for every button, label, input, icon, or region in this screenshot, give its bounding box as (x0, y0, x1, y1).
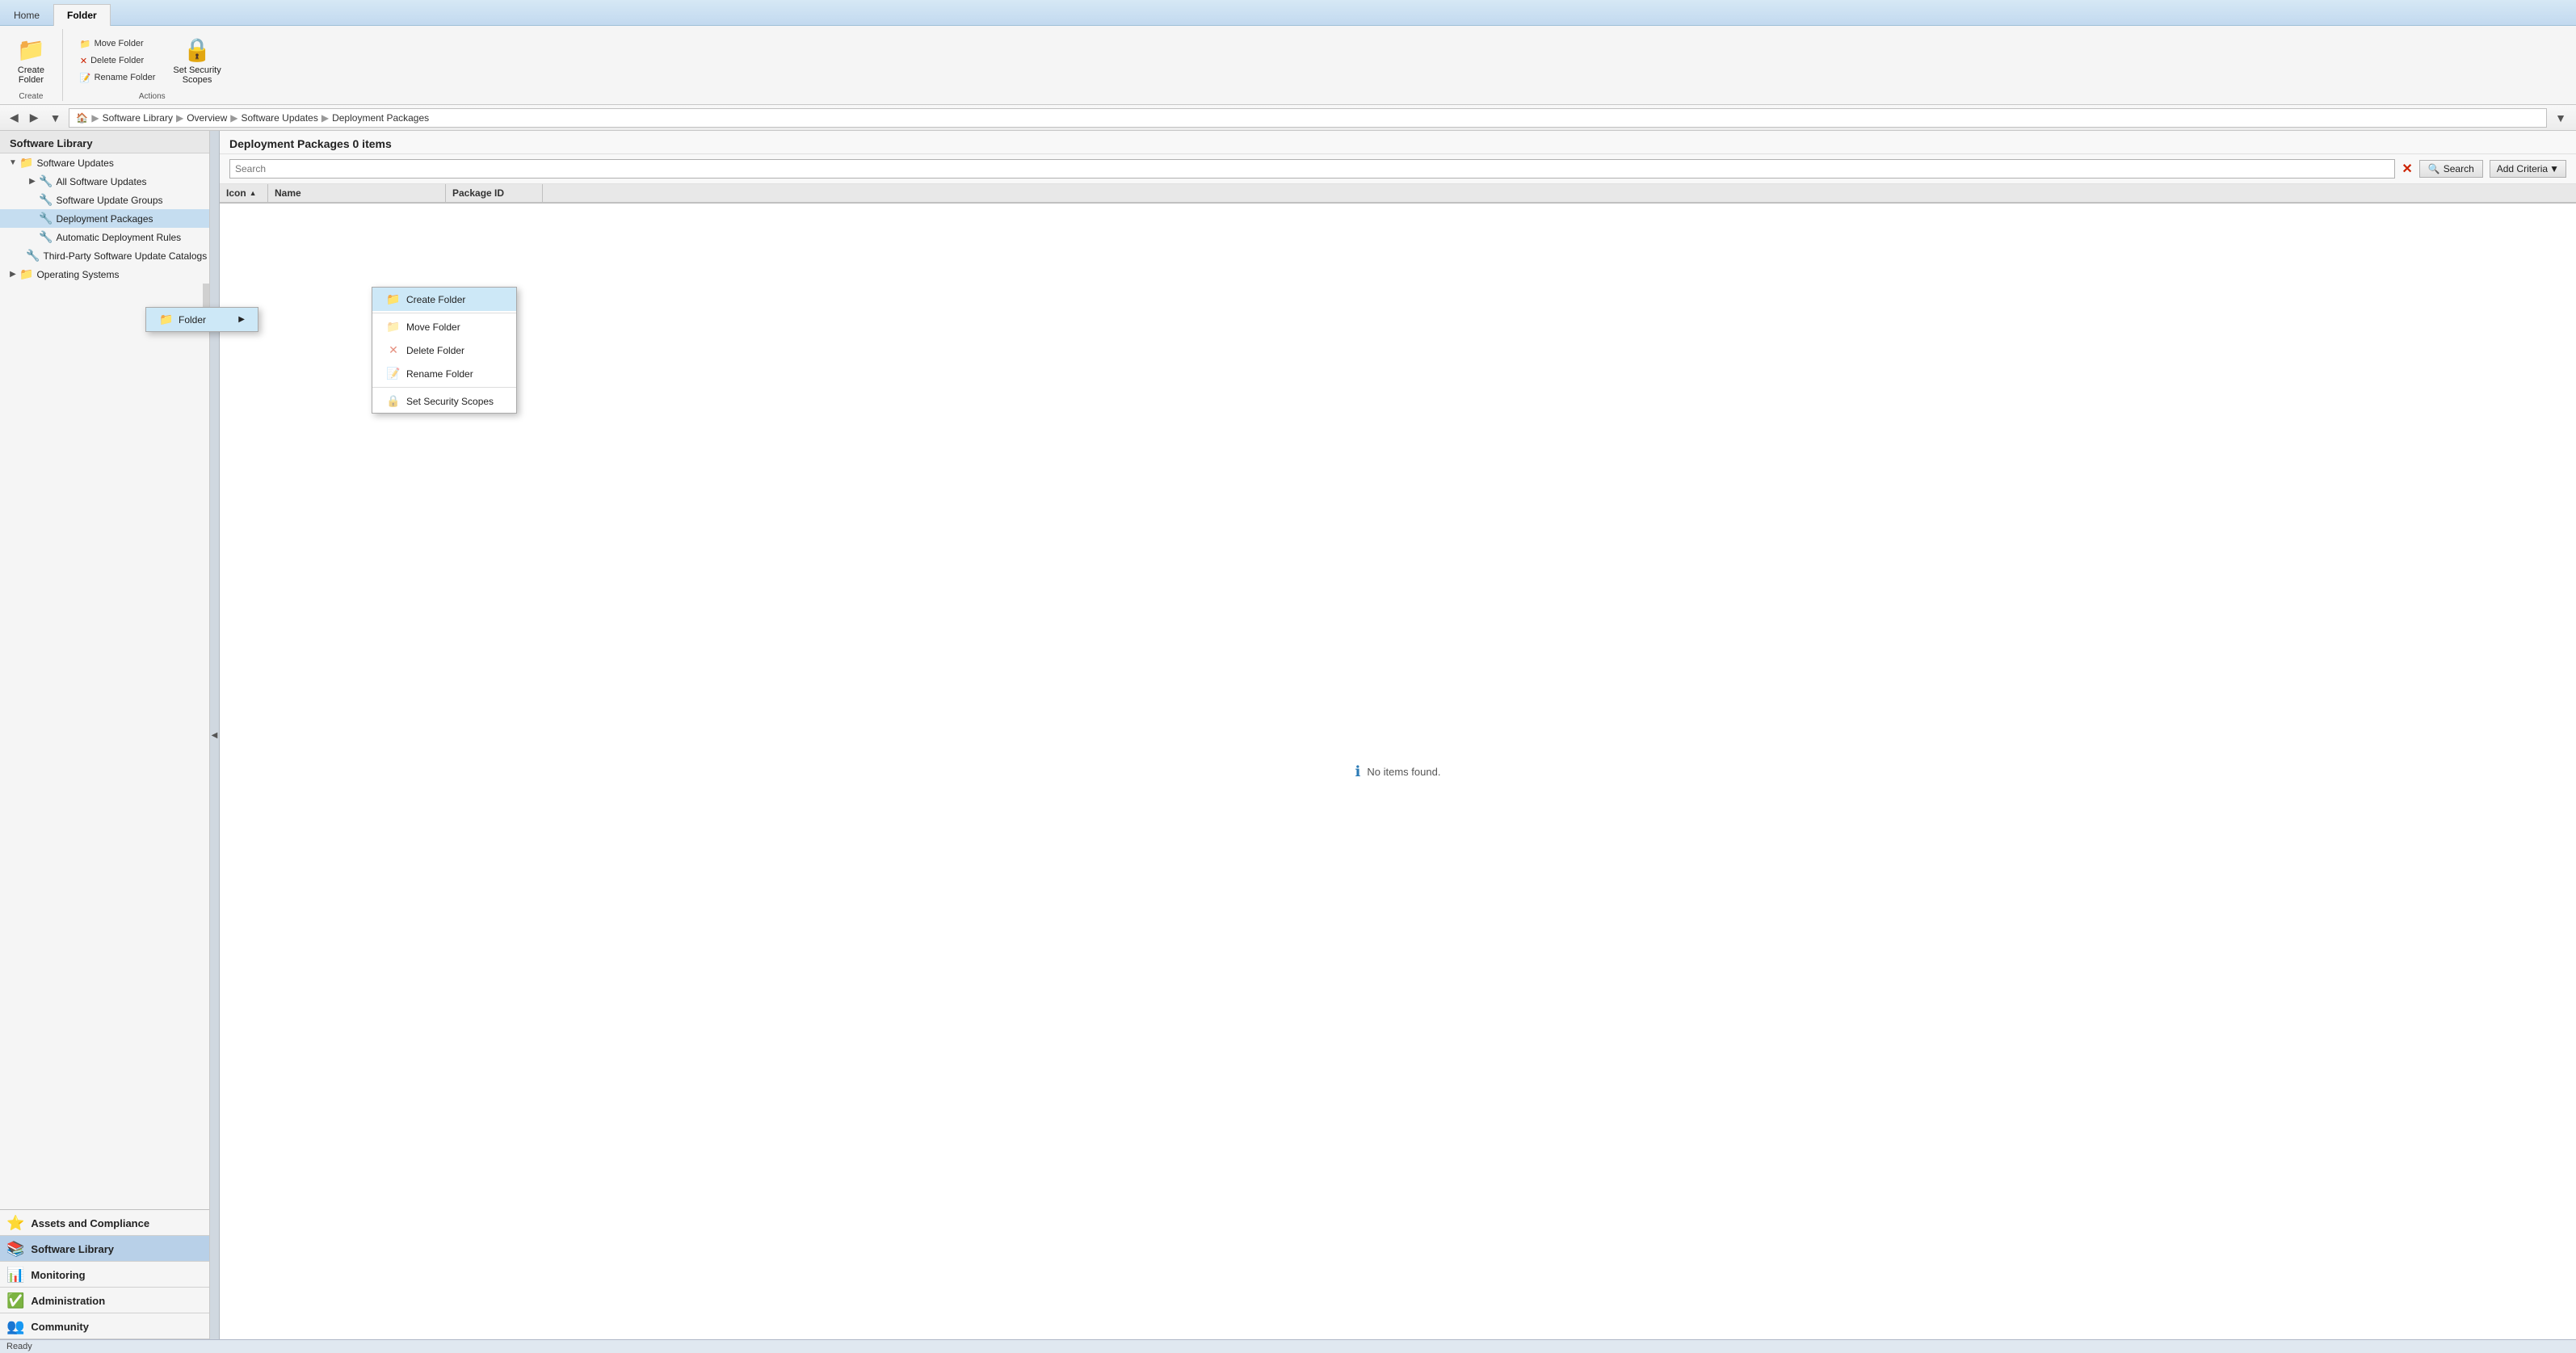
set-security-sm-icon: 🔒 (385, 394, 401, 408)
move-folder-sm-icon: 📁 (385, 320, 401, 334)
submenu-rename-folder[interactable]: 📝 Rename Folder (372, 362, 516, 385)
submenu-delete-folder-label: Delete Folder (406, 345, 464, 356)
submenu-set-security-scopes[interactable]: 🔒 Set Security Scopes (372, 389, 516, 413)
context-menu-overlay[interactable]: 📁 Folder ▶ 📁 Create Folder 📁 Move Folder… (0, 0, 2576, 1350)
submenu-create-folder-label: Create Folder (406, 294, 465, 305)
folder-context-icon: 📁 (159, 313, 174, 326)
submenu-move-folder[interactable]: 📁 Move Folder (372, 315, 516, 338)
submenu-set-security-label: Set Security Scopes (406, 396, 494, 407)
context-menu-folder-label: Folder (179, 314, 206, 326)
context-menu-folder-item[interactable]: 📁 Folder ▶ (146, 308, 258, 331)
delete-folder-sm-icon: ✕ (385, 343, 401, 357)
submenu-separator-2 (372, 387, 516, 388)
folder-submenu-arrow: ▶ (238, 315, 245, 324)
submenu: 📁 Create Folder 📁 Move Folder ✕ Delete F… (372, 287, 517, 414)
submenu-move-folder-label: Move Folder (406, 321, 460, 333)
context-menu: 📁 Folder ▶ (145, 307, 258, 332)
submenu-delete-folder[interactable]: ✕ Delete Folder (372, 338, 516, 362)
create-folder-icon: 📁 (385, 292, 401, 306)
submenu-rename-folder-label: Rename Folder (406, 368, 473, 380)
rename-folder-sm-icon: 📝 (385, 367, 401, 380)
submenu-create-folder[interactable]: 📁 Create Folder (372, 288, 516, 311)
